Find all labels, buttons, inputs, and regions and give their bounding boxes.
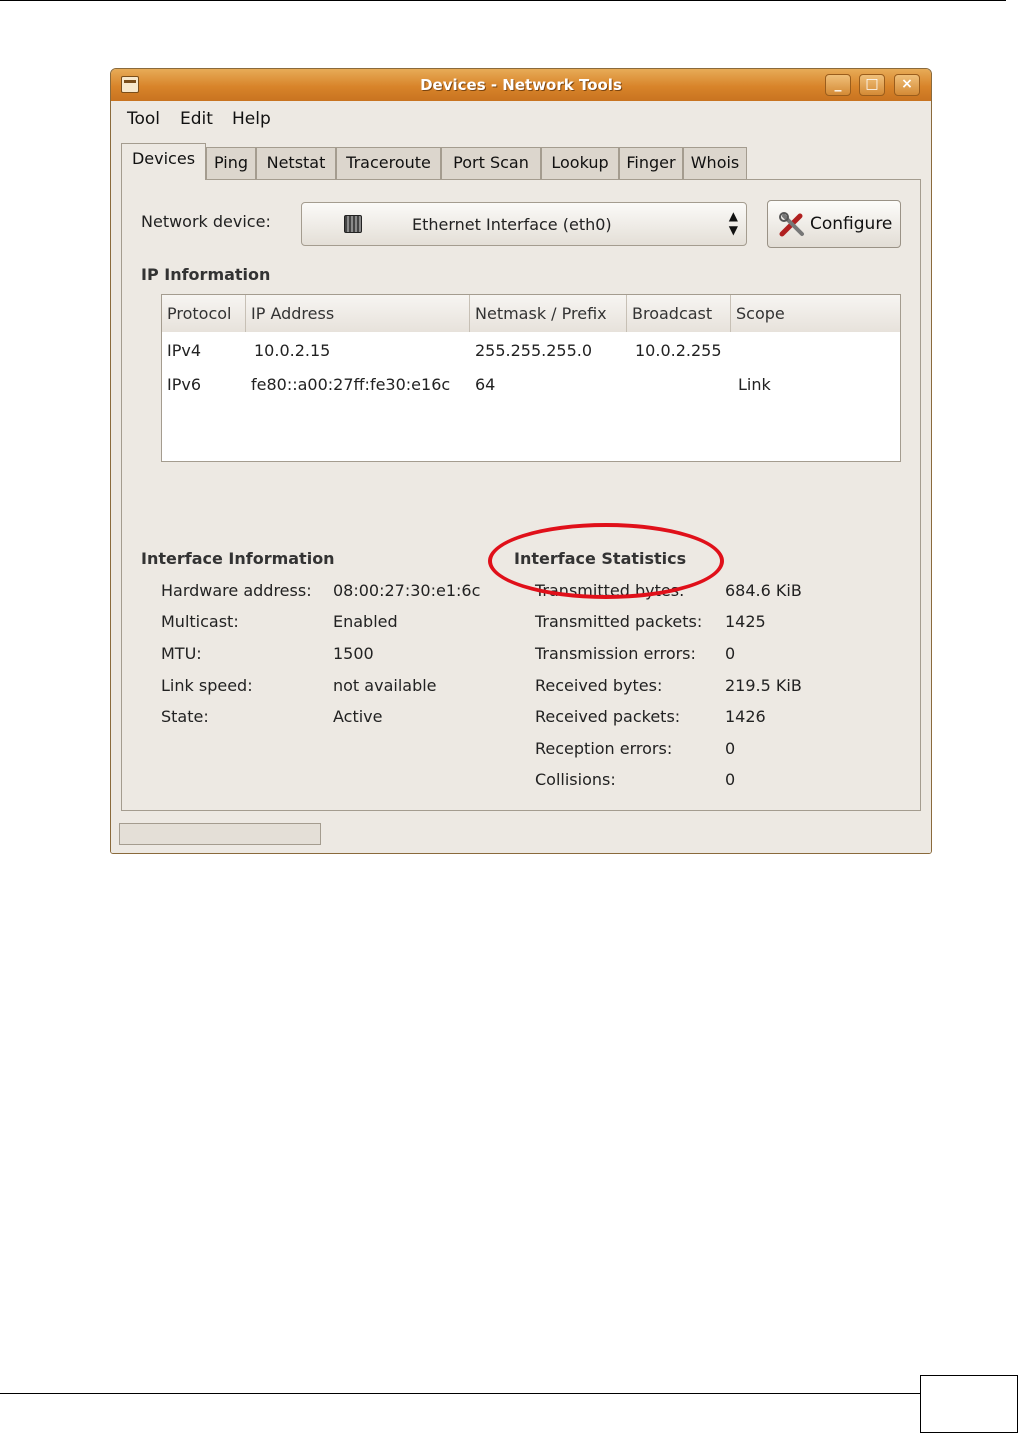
status-bar	[111, 817, 931, 853]
configure-tools-icon	[779, 212, 804, 237]
combo-arrows-icon: ▲ ▼	[728, 209, 738, 237]
network-device-value: Ethernet Interface (eth0)	[412, 215, 612, 234]
hardware-address-label: Hardware address:	[161, 581, 312, 600]
tab-strip: Devices Ping Netstat Traceroute Port Sca…	[121, 143, 921, 180]
tab-devices[interactable]: Devices	[121, 143, 206, 180]
transmitted-packets-value: 1425	[725, 612, 766, 631]
maximize-icon: □	[865, 76, 879, 92]
received-bytes-value: 219.5 KiB	[725, 676, 802, 695]
tab-ping[interactable]: Ping	[206, 147, 256, 179]
page-bottom-rule	[0, 1393, 920, 1394]
menu-bar: Tool Edit Help	[111, 101, 931, 131]
title-bar[interactable]: Devices - Network Tools _ □ ×	[111, 69, 931, 102]
cell-ip-address: 10.0.2.15	[254, 341, 331, 360]
tab-netstat[interactable]: Netstat	[256, 147, 336, 179]
reception-errors-value: 0	[725, 739, 736, 758]
tab-traceroute[interactable]: Traceroute	[336, 147, 441, 179]
ip-information-title: IP Information	[141, 265, 271, 284]
menu-edit[interactable]: Edit	[180, 109, 213, 129]
cell-ip-address: fe80::a00:27ff:fe30:e16c	[251, 375, 451, 394]
state-value: Active	[333, 707, 383, 726]
highlight-ellipse	[488, 523, 724, 599]
cell-netmask: 255.255.255.0	[475, 341, 593, 360]
collisions-value: 0	[725, 770, 736, 789]
link-speed-value: not available	[333, 676, 437, 695]
collisions-label: Collisions:	[535, 770, 616, 789]
column-header-broadcast[interactable]: Broadcast	[627, 295, 731, 332]
transmitted-bytes-value: 684.6 KiB	[725, 581, 802, 600]
transmission-errors-value: 0	[725, 644, 736, 663]
cell-broadcast: 10.0.2.255	[635, 341, 722, 360]
mtu-label: MTU:	[161, 644, 202, 663]
page-number-box	[920, 1375, 1018, 1433]
status-field	[119, 823, 321, 845]
cell-scope: Link	[738, 375, 771, 394]
cell-protocol: IPv6	[167, 375, 202, 394]
reception-errors-label: Reception errors:	[535, 739, 673, 758]
close-icon: ×	[901, 76, 913, 92]
transmission-errors-label: Transmission errors:	[535, 644, 696, 663]
column-header-protocol[interactable]: Protocol	[162, 295, 246, 332]
maximize-button[interactable]: □	[859, 74, 885, 96]
network-device-select[interactable]: Ethernet Interface (eth0) ▲ ▼	[301, 202, 747, 246]
received-bytes-label: Received bytes:	[535, 676, 663, 695]
cell-protocol: IPv4	[167, 341, 202, 360]
network-tools-window: Devices - Network Tools _ □ × Tool Edit …	[110, 68, 932, 854]
link-speed-label: Link speed:	[161, 676, 253, 695]
menu-help[interactable]: Help	[232, 109, 271, 129]
multicast-label: Multicast:	[161, 612, 239, 631]
close-button[interactable]: ×	[894, 74, 920, 96]
window-title: Devices - Network Tools	[420, 76, 622, 94]
column-header-scope[interactable]: Scope	[731, 295, 900, 332]
minimize-icon: _	[834, 76, 842, 92]
network-device-label: Network device:	[141, 212, 271, 231]
tab-port-scan[interactable]: Port Scan	[441, 147, 541, 179]
tab-lookup[interactable]: Lookup	[541, 147, 619, 179]
hardware-address-value: 08:00:27:30:e1:6c	[333, 581, 481, 600]
ip-information-table: Protocol IP Address Netmask / Prefix Bro…	[161, 294, 901, 462]
mtu-value: 1500	[333, 644, 374, 663]
cell-netmask: 64	[475, 375, 496, 394]
configure-label: Configure	[810, 214, 893, 234]
minimize-button[interactable]: _	[825, 74, 851, 96]
network-card-icon	[344, 215, 362, 233]
tab-whois[interactable]: Whois	[683, 147, 747, 179]
multicast-value: Enabled	[333, 612, 398, 631]
menu-tool[interactable]: Tool	[127, 109, 160, 129]
interface-information-title: Interface Information	[141, 549, 335, 568]
state-label: State:	[161, 707, 209, 726]
tab-finger[interactable]: Finger	[619, 147, 683, 179]
configure-button[interactable]: Configure	[767, 200, 901, 248]
received-packets-label: Received packets:	[535, 707, 681, 726]
transmitted-packets-label: Transmitted packets:	[535, 612, 703, 631]
received-packets-value: 1426	[725, 707, 766, 726]
column-header-netmask[interactable]: Netmask / Prefix	[470, 295, 627, 332]
column-header-ip-address[interactable]: IP Address	[246, 295, 470, 332]
page-top-rule	[0, 0, 1006, 1]
